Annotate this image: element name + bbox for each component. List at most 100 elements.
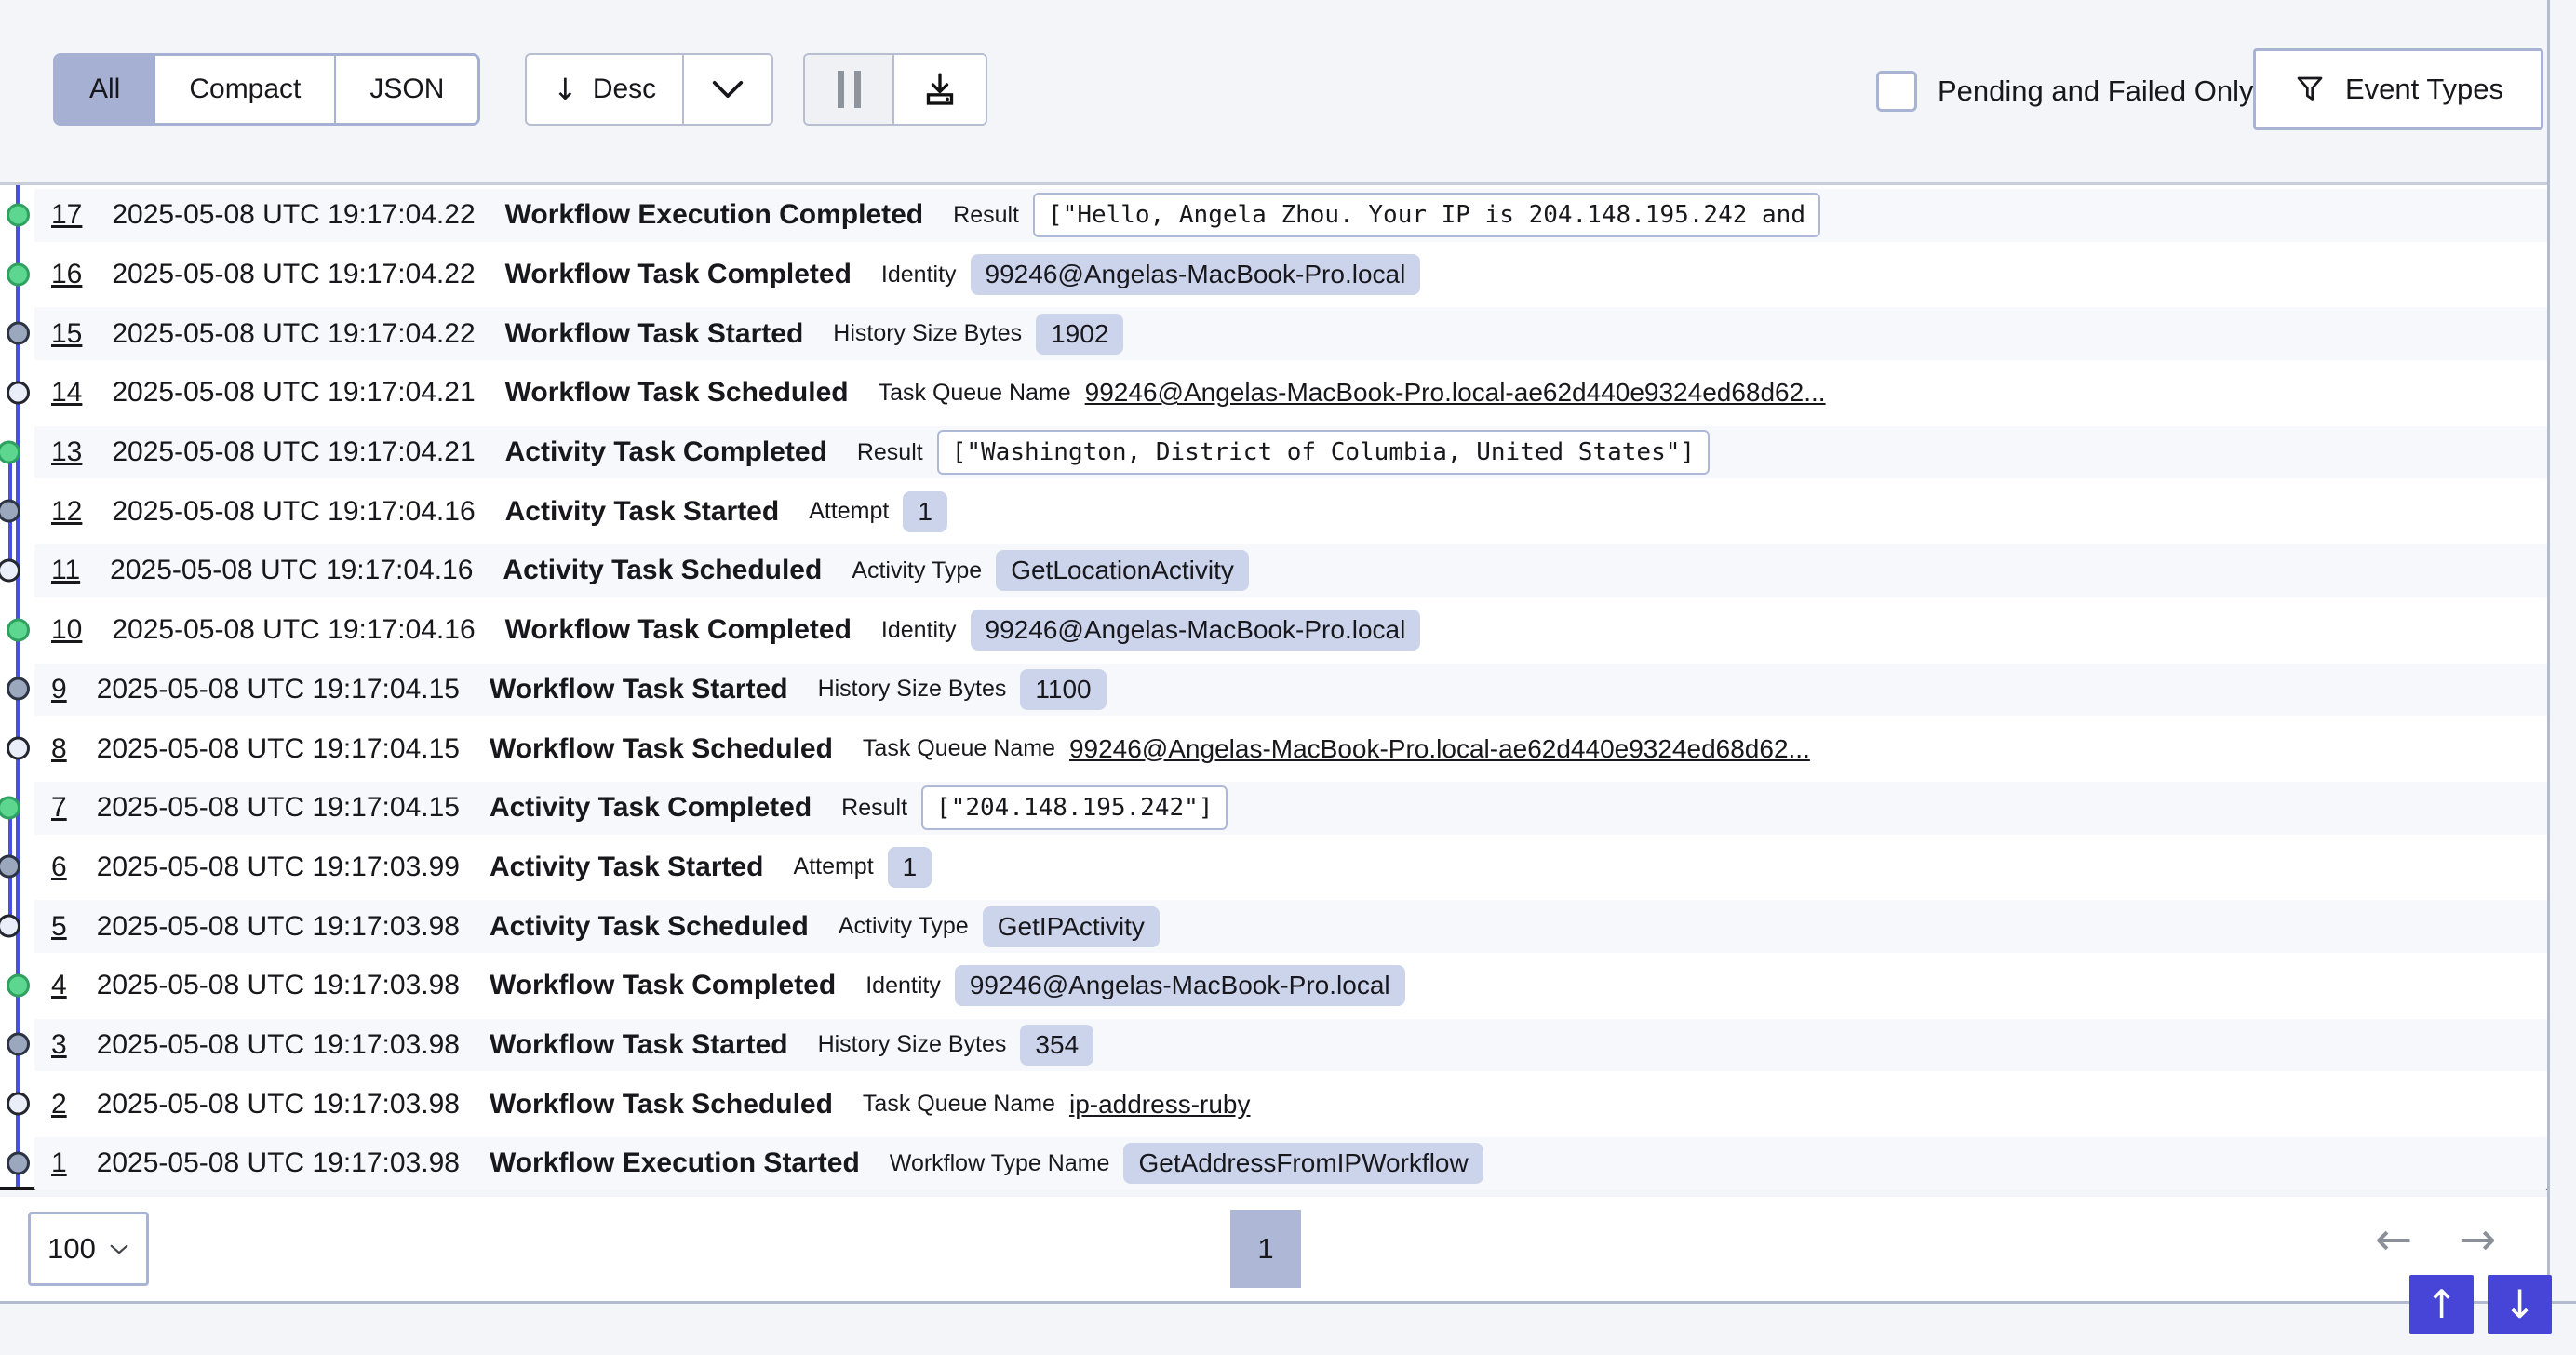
event-attribute: Result ["204.148.195.242"] <box>841 785 1228 830</box>
event-timestamp: 2025-05-08 UTC 19:17:04.22 <box>112 318 475 350</box>
event-attribute-value: ["204.148.195.242"] <box>921 785 1228 830</box>
right-margin-strip <box>2550 0 2576 1301</box>
event-row-band[interactable]: 11 2025-05-08 UTC 19:17:04.16 Activity T… <box>34 544 2547 597</box>
event-id-link[interactable]: 5 <box>51 911 67 943</box>
arrow-down-icon: ↓ <box>2503 1281 2536 1327</box>
arrow-up-icon: ↑ <box>2425 1281 2458 1327</box>
event-status-dot <box>7 678 30 701</box>
event-row-band[interactable]: 17 2025-05-08 UTC 19:17:04.22 Workflow E… <box>34 189 2547 242</box>
page-size-select[interactable]: 100 <box>28 1212 149 1286</box>
event-attribute-value[interactable]: 99246@Angelas-MacBook-Pro.local-ae62d440… <box>1085 378 1826 408</box>
event-attribute: Attempt 1 <box>794 847 932 888</box>
event-row-band[interactable]: 4 2025-05-08 UTC 19:17:03.98 Workflow Ta… <box>34 959 2547 1013</box>
event-row-band[interactable]: 12 2025-05-08 UTC 19:17:04.16 Activity T… <box>34 485 2547 538</box>
scroll-to-top-button[interactable]: ↑ <box>2409 1275 2474 1334</box>
event-row-band[interactable]: 16 2025-05-08 UTC 19:17:04.22 Workflow T… <box>34 248 2547 302</box>
event-id-link[interactable]: 13 <box>51 436 82 468</box>
tab-json[interactable]: JSON <box>334 56 477 123</box>
event-id-link[interactable]: 4 <box>51 970 67 1001</box>
event-attribute-value: 1100 <box>1020 669 1106 710</box>
event-row-band[interactable]: 15 2025-05-08 UTC 19:17:04.22 Workflow T… <box>34 307 2547 360</box>
event-row-band[interactable]: 3 2025-05-08 UTC 19:17:03.98 Workflow Ta… <box>34 1019 2547 1072</box>
event-name: Workflow Task Completed <box>505 259 852 290</box>
tab-compact[interactable]: Compact <box>154 56 334 123</box>
event-attribute-value: 354 <box>1020 1025 1093 1066</box>
event-id-link[interactable]: 11 <box>51 555 80 586</box>
event-row-band[interactable]: 14 2025-05-08 UTC 19:17:04.21 Workflow T… <box>34 367 2547 420</box>
event-row-band[interactable]: 1 2025-05-08 UTC 19:17:03.98 Workflow Ex… <box>34 1137 2547 1190</box>
event-row-band[interactable]: 8 2025-05-08 UTC 19:17:04.15 Workflow Ta… <box>34 722 2547 775</box>
event-id-link[interactable]: 6 <box>51 852 67 883</box>
tab-all[interactable]: All <box>56 56 154 123</box>
view-switcher: All Compact JSON <box>53 53 480 126</box>
event-attribute: Activity Type GetLocationActivity <box>852 550 1249 591</box>
event-id-link[interactable]: 17 <box>51 199 82 231</box>
event-row-band[interactable]: 10 2025-05-08 UTC 19:17:04.16 Workflow T… <box>34 604 2547 657</box>
event-attribute: Activity Type GetIPActivity <box>839 906 1160 947</box>
event-id-link[interactable]: 2 <box>51 1089 67 1120</box>
event-id-link[interactable]: 1 <box>51 1147 67 1179</box>
arrow-down-icon: ↓ <box>553 74 578 104</box>
event-attribute-value[interactable]: 99246@Angelas-MacBook-Pro.local-ae62d440… <box>1069 734 1810 764</box>
event-row-band[interactable]: 2 2025-05-08 UTC 19:17:03.98 Workflow Ta… <box>34 1078 2547 1131</box>
scroll-to-bottom-button[interactable]: ↓ <box>2488 1275 2552 1334</box>
event-row-band[interactable]: 6 2025-05-08 UTC 19:17:03.99 Activity Ta… <box>34 841 2547 894</box>
event-attribute-label: Attempt <box>794 853 874 880</box>
event-timestamp: 2025-05-08 UTC 19:17:04.21 <box>112 377 475 409</box>
event-row: 5 2025-05-08 UTC 19:17:03.98 Activity Ta… <box>0 896 2547 956</box>
page-size-value: 100 <box>47 1232 96 1266</box>
event-timestamp: 2025-05-08 UTC 19:17:04.15 <box>97 792 460 824</box>
event-attribute-value: 99246@Angelas-MacBook-Pro.local <box>971 254 1421 295</box>
event-types-label: Event Types <box>2345 73 2503 106</box>
event-status-dot <box>7 737 30 760</box>
event-name: Activity Task Started <box>490 852 764 883</box>
event-name: Workflow Execution Completed <box>505 199 924 231</box>
event-row-band[interactable]: 7 2025-05-08 UTC 19:17:04.15 Activity Ta… <box>34 782 2547 835</box>
event-row-band[interactable]: 5 2025-05-08 UTC 19:17:03.98 Activity Ta… <box>34 900 2547 953</box>
event-attribute-label: Activity Type <box>839 913 969 940</box>
event-attribute-label: History Size Bytes <box>818 1031 1007 1058</box>
event-attribute: History Size Bytes 354 <box>818 1025 1094 1066</box>
event-history-table: 17 2025-05-08 UTC 19:17:04.22 Workflow E… <box>0 182 2547 1190</box>
event-row-band[interactable]: 13 2025-05-08 UTC 19:17:04.21 Activity T… <box>34 426 2547 479</box>
event-row: 2 2025-05-08 UTC 19:17:03.98 Workflow Ta… <box>0 1074 2547 1134</box>
page-number-button[interactable]: 1 <box>1230 1210 1301 1288</box>
event-attribute-label: Attempt <box>809 498 889 525</box>
pending-failed-checkbox[interactable] <box>1876 71 1917 112</box>
event-row-band[interactable]: 9 2025-05-08 UTC 19:17:04.15 Workflow Ta… <box>34 664 2547 717</box>
event-attribute-label: Activity Type <box>852 557 982 584</box>
event-id-link[interactable]: 8 <box>51 733 67 765</box>
event-attribute-value[interactable]: ip-address-ruby <box>1069 1090 1251 1120</box>
event-timestamp: 2025-05-08 UTC 19:17:03.98 <box>97 1089 460 1120</box>
event-id-link[interactable]: 14 <box>51 377 82 409</box>
previous-page-button[interactable]: ← <box>2375 1214 2412 1266</box>
event-attribute-label: Identity <box>881 262 957 288</box>
sort-options-button[interactable] <box>682 55 771 124</box>
event-row: 13 2025-05-08 UTC 19:17:04.21 Activity T… <box>0 423 2547 482</box>
event-row: 6 2025-05-08 UTC 19:17:03.99 Activity Ta… <box>0 838 2547 897</box>
event-id-link[interactable]: 16 <box>51 259 82 290</box>
event-timestamp: 2025-05-08 UTC 19:17:03.98 <box>97 911 460 943</box>
event-row: 15 2025-05-08 UTC 19:17:04.22 Workflow T… <box>0 303 2547 363</box>
event-timestamp: 2025-05-08 UTC 19:17:04.21 <box>112 436 475 468</box>
event-name: Workflow Task Scheduled <box>505 377 849 409</box>
event-attribute-value: 99246@Angelas-MacBook-Pro.local <box>971 610 1421 651</box>
event-timestamp: 2025-05-08 UTC 19:17:04.15 <box>97 733 460 765</box>
event-types-filter-button[interactable]: Event Types <box>2253 48 2543 130</box>
workflow-history-page: All Compact JSON ↓ Desc <box>0 0 2576 1355</box>
download-button[interactable] <box>892 55 986 124</box>
event-timestamp: 2025-05-08 UTC 19:17:03.99 <box>97 852 460 883</box>
next-page-button[interactable]: → <box>2459 1214 2496 1266</box>
event-id-link[interactable]: 12 <box>51 496 82 528</box>
event-id-link[interactable]: 15 <box>51 318 82 350</box>
event-row: 17 2025-05-08 UTC 19:17:04.22 Workflow E… <box>0 185 2547 245</box>
arrow-right-icon: → <box>2459 1214 2496 1266</box>
sort-direction-button[interactable]: ↓ Desc <box>527 55 682 124</box>
event-id-link[interactable]: 7 <box>51 792 67 824</box>
pause-button[interactable] <box>805 55 892 124</box>
event-id-link[interactable]: 3 <box>51 1029 67 1061</box>
event-id-link[interactable]: 9 <box>51 674 67 705</box>
event-id-link[interactable]: 10 <box>51 614 82 646</box>
history-toolbar: All Compact JSON ↓ Desc <box>0 0 2547 182</box>
event-attribute: Identity 99246@Angelas-MacBook-Pro.local <box>881 610 1420 651</box>
